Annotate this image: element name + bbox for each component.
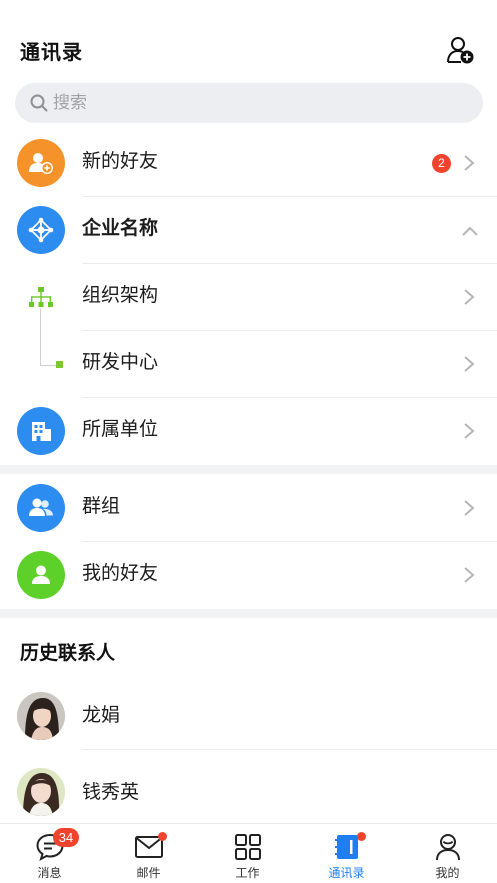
row-new-friends[interactable]: 新的好友 [0,130,497,197]
row-label: 研发中心 [82,352,159,373]
group-icon [17,484,65,532]
building-icon [17,407,65,455]
tab-label: 我的 [435,866,460,880]
tab-bar: 34 消息 邮件 工作 通讯录 我的 [0,823,497,883]
chevron-right-icon [464,356,475,372]
divider [82,749,497,750]
tab-label: 工作 [235,866,260,880]
profile-icon [436,834,460,861]
new-friends-badge: 2 [432,154,451,173]
search-icon [30,94,48,112]
search-input[interactable]: 搜索 [15,83,483,123]
tab-me[interactable]: 我的 [398,824,497,883]
grid-icon [235,834,261,860]
network-icon [17,206,65,254]
row-groups[interactable]: 群组 [0,475,497,542]
row-label: 群组 [82,496,121,517]
chevron-up-icon[interactable] [461,225,479,237]
contacts-unread-dot [357,832,366,841]
chevron-right-icon [464,423,475,439]
contact-name: 钱秀英 [82,782,140,803]
tab-mail[interactable]: 邮件 [99,824,198,883]
row-label: 所属单位 [82,419,159,440]
section-separator [0,609,497,618]
org-chart-icon [29,287,53,307]
header: 通讯录 [0,0,497,80]
section-title: 历史联系人 [20,643,116,664]
avatar [17,692,65,740]
row-org-structure[interactable]: 组织架构 [0,264,497,331]
tab-label: 消息 [37,866,62,880]
row-unit[interactable]: 所属单位 [0,398,497,465]
row-label: 企业名称 [82,218,159,239]
contact-row[interactable]: 龙娟 [0,683,497,750]
chevron-right-icon [464,567,475,583]
mail-unread-dot [158,832,167,841]
contact-name: 龙娟 [82,705,121,726]
tab-contacts[interactable]: 通讯录 [297,824,396,883]
contact-row[interactable]: 钱秀英 [0,754,497,821]
row-label: 新的好友 [82,151,159,172]
tab-work[interactable]: 工作 [198,824,297,883]
tab-messages[interactable]: 34 消息 [0,824,99,883]
row-label: 我的好友 [82,563,159,584]
page-title: 通讯录 [20,42,83,64]
person-icon [17,551,65,599]
row-rnd-center[interactable]: 研发中心 [0,331,497,398]
chevron-right-icon [464,500,475,516]
messages-badge: 34 [53,828,79,847]
row-label: 组织架构 [82,285,159,306]
section-separator [0,465,497,474]
chevron-right-icon [464,289,475,305]
avatar [17,768,65,816]
tab-label: 通讯录 [328,866,365,880]
row-my-friends[interactable]: 我的好友 [0,542,497,609]
search-placeholder: 搜索 [53,93,87,112]
new-friend-icon [17,139,65,187]
row-company[interactable]: 企业名称 [0,197,497,264]
add-contact-icon[interactable] [446,36,474,64]
tab-label: 邮件 [136,866,161,880]
chevron-right-icon [464,155,475,171]
